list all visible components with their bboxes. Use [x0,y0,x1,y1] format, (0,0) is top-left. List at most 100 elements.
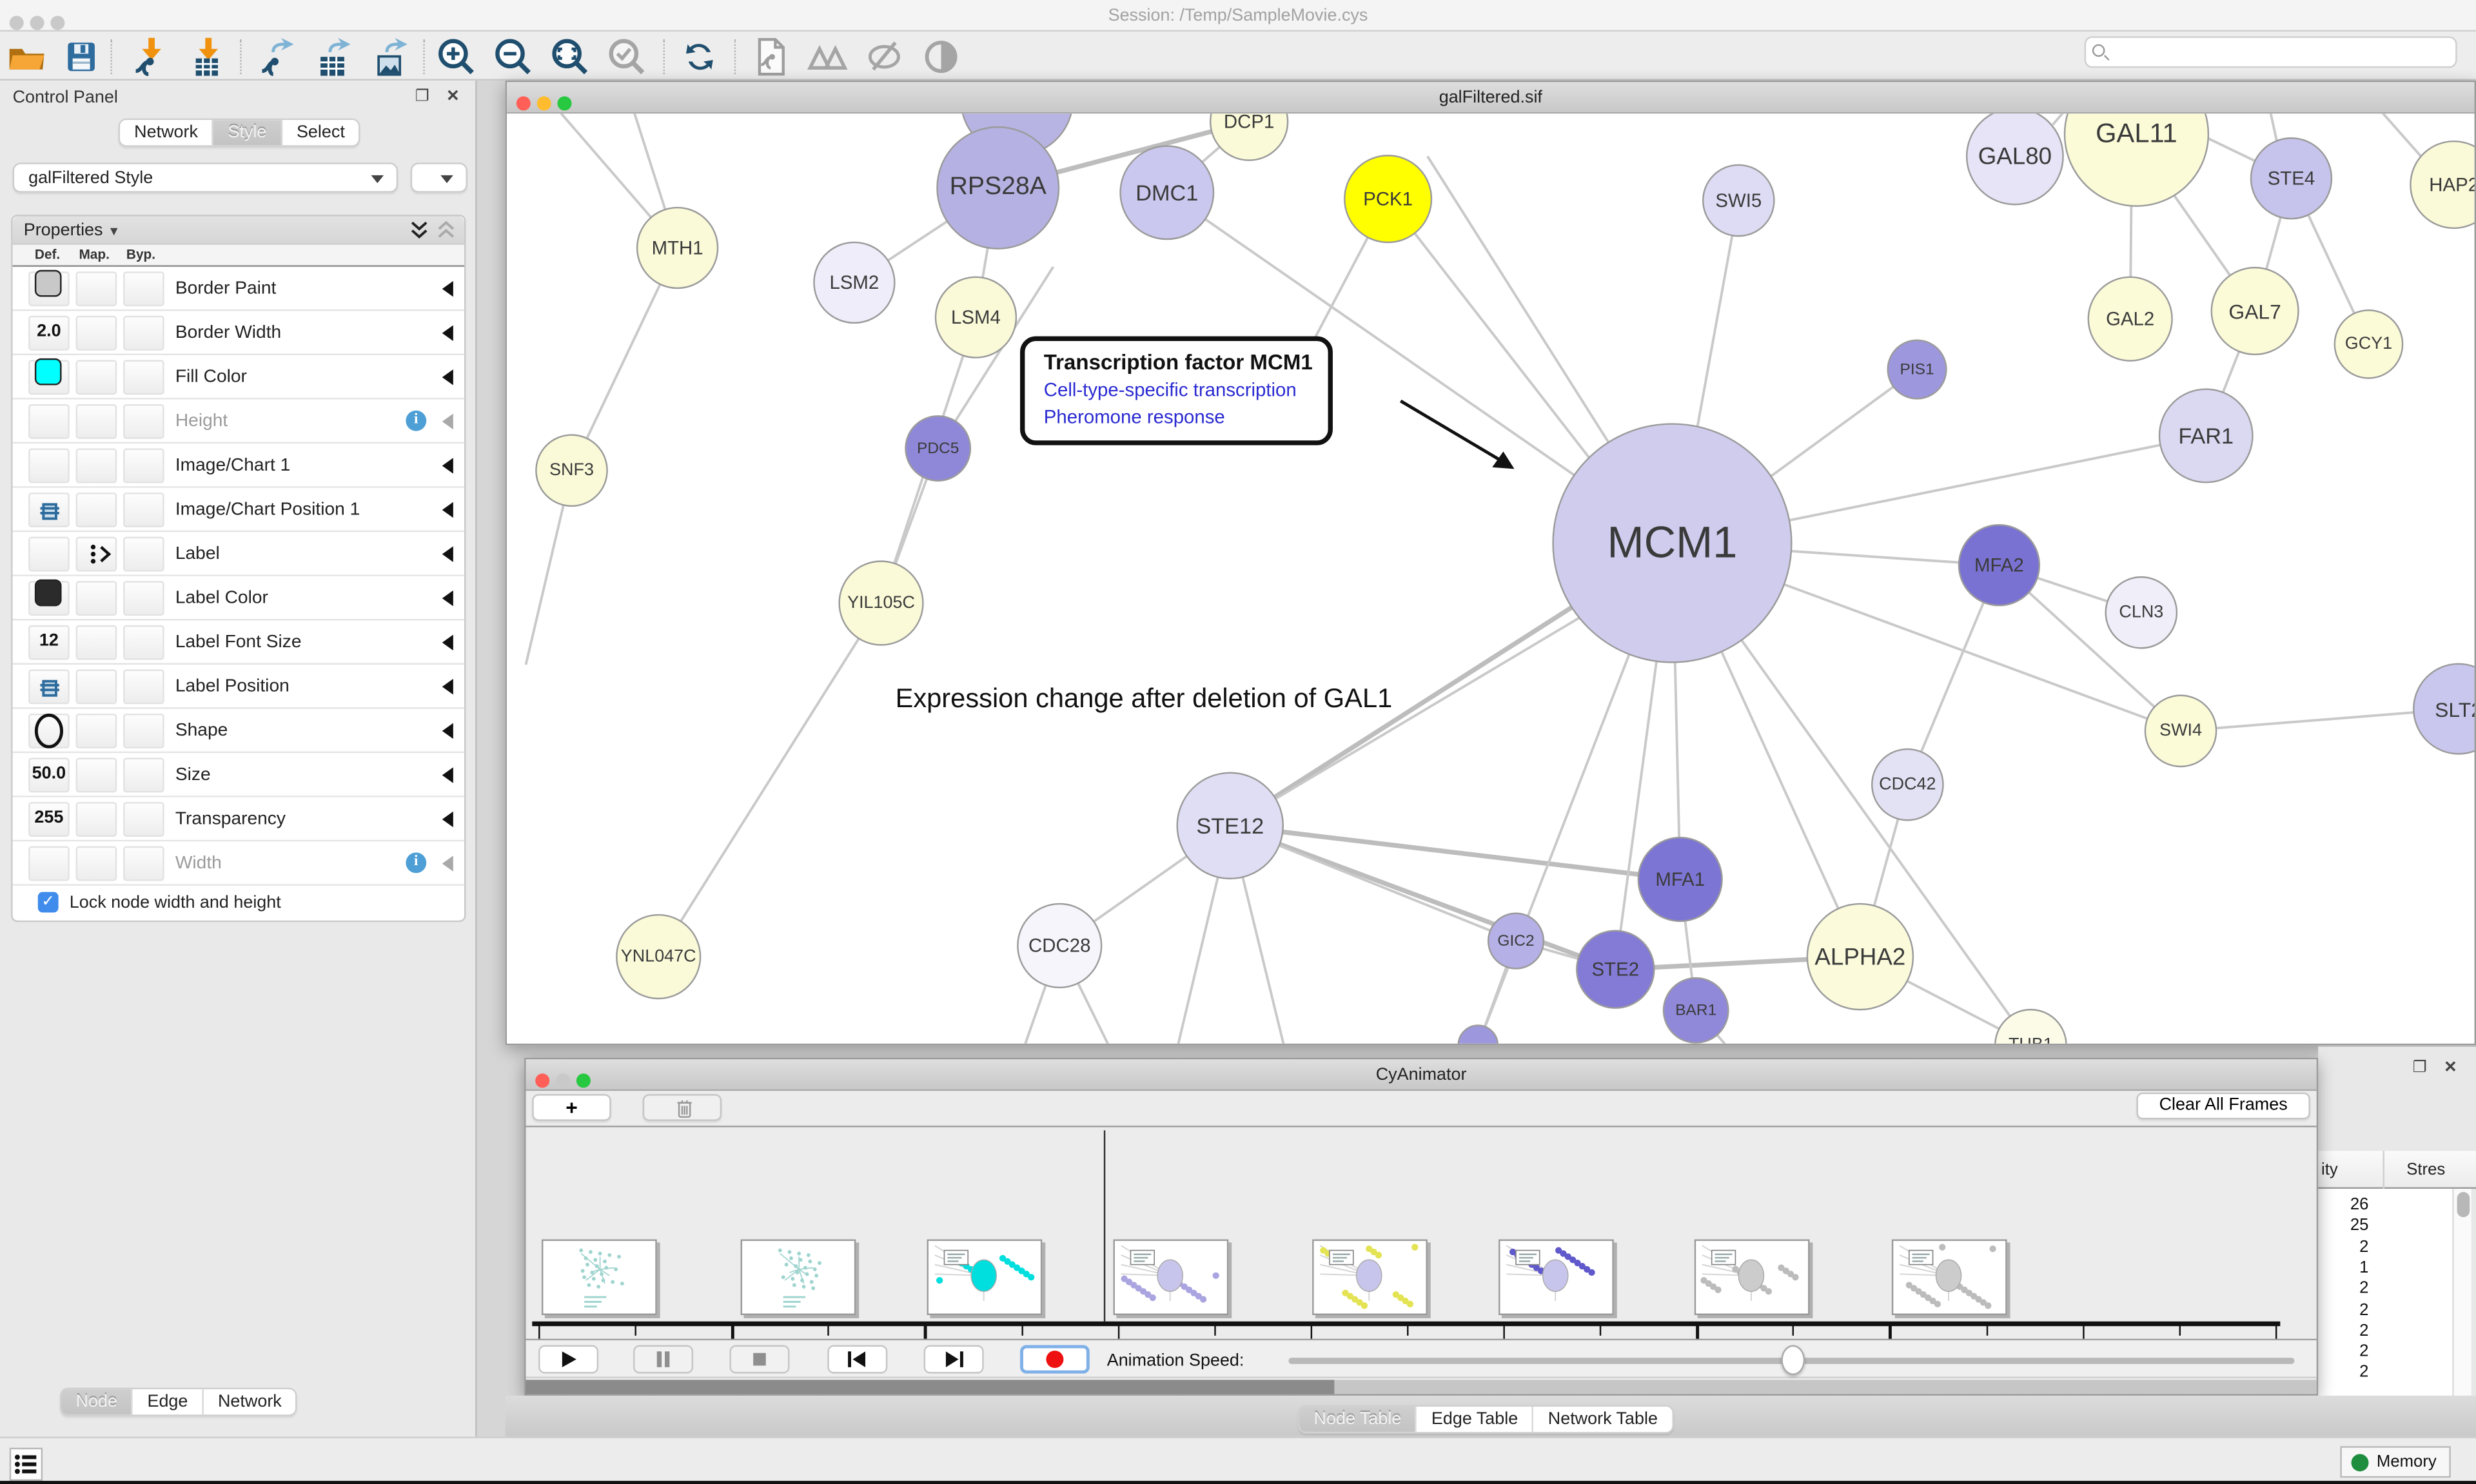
show-graphics-icon[interactable] [921,36,962,77]
expand-row-icon[interactable] [442,812,453,827]
expand-row-icon[interactable] [442,723,453,739]
network-node-ste4[interactable]: STE4 [2250,137,2332,219]
table-cell[interactable]: 2 [2359,1279,2368,1298]
expand-row-icon[interactable] [442,634,453,650]
frame-thumbnail-2[interactable] [741,1239,856,1315]
maximize-icon[interactable] [557,96,571,110]
mapping-cell[interactable] [76,404,117,439]
network-node-swi4[interactable]: SWI4 [2145,695,2217,768]
network-canvas[interactable]: DCP1RPS28ADMC1PCK1SWI5GAL80GAL11STE4HAP2… [507,113,2474,1043]
network-node-ynl047c[interactable]: YNL047C [616,914,701,999]
color-swatch[interactable] [35,358,62,386]
zoom-selected-icon[interactable] [606,36,647,77]
info-icon[interactable]: i [406,852,426,873]
export-image-icon[interactable] [369,36,411,77]
mapping-cell[interactable] [76,316,117,351]
network-node-gal2[interactable]: GAL2 [2088,277,2173,362]
memory-button[interactable]: Memory [2341,1446,2451,1478]
close-table-icon[interactable]: ✕ [2444,1059,2463,1077]
bypass-cell[interactable] [123,493,164,527]
tab-style[interactable]: Style [213,120,282,145]
bypass-cell[interactable] [123,537,164,572]
default-value-cell[interactable] [28,404,70,439]
expand-row-icon[interactable] [442,458,453,473]
annotation-link[interactable]: Cell-type-specific transcription [1044,379,1313,401]
expand-row-icon[interactable] [442,325,453,340]
panel-tab-node[interactable]: Node [62,1389,133,1414]
network-node-ste2[interactable]: STE2 [1576,930,1655,1008]
network-node-ste12[interactable]: STE12 [1176,772,1284,880]
mapping-cell[interactable] [76,360,117,395]
network-node-pis1[interactable]: PIS1 [1887,340,1947,400]
default-value[interactable]: 2.0 [28,322,70,341]
export-table-icon[interactable] [313,36,354,77]
bypass-cell[interactable] [123,802,164,837]
properties-dropdown-icon[interactable]: ▼ [108,224,120,239]
expand-row-icon[interactable] [442,502,453,518]
open-session-icon[interactable] [6,36,48,77]
bypass-cell[interactable] [123,846,164,881]
hide-graphics-icon[interactable] [864,36,905,77]
frame-thumbnail-1[interactable] [542,1239,657,1315]
first-neighbors-icon[interactable] [807,36,848,77]
default-value[interactable]: 255 [28,808,70,827]
task-history-button[interactable] [10,1448,43,1481]
table-cell[interactable]: 2 [2359,1363,2368,1381]
frame-thumbnail-3[interactable] [927,1239,1043,1315]
frame-thumbnail-5[interactable] [1312,1239,1428,1315]
table-cell[interactable]: 2 [2359,1237,2368,1256]
bypass-cell[interactable] [123,625,164,660]
collapse-all-icon[interactable] [436,219,457,248]
default-value-cell[interactable] [28,449,70,483]
minimize-icon[interactable] [537,96,551,110]
lock-size-checkbox[interactable]: ✓ [38,892,59,913]
clear-all-frames-button[interactable]: Clear All Frames [2136,1093,2310,1120]
save-session-icon[interactable] [60,36,101,77]
export-network-icon[interactable] [256,36,297,77]
bypass-cell[interactable] [123,581,164,616]
property-row-height[interactable]: Heighti [13,400,464,444]
zoom-fit-icon[interactable] [549,36,591,77]
bypass-cell[interactable] [123,714,164,748]
network-node-gal7[interactable]: GAL7 [2211,267,2299,355]
column-header-stress[interactable]: Stres [2406,1160,2445,1179]
property-row-transparency[interactable]: 255Transparency [13,797,464,842]
property-row-fill-color[interactable]: Fill Color [13,355,464,400]
frame-thumbnail-7[interactable] [1695,1239,1810,1315]
info-icon[interactable]: i [406,411,426,431]
bypass-cell[interactable] [123,669,164,704]
tab-edge-table[interactable]: Edge Table [1417,1407,1534,1432]
mcm1-annotation[interactable]: Transcription factor MCM1Cell-type-speci… [1020,337,1333,445]
column-header-ity[interactable]: ity [2321,1160,2338,1179]
stop-button[interactable] [729,1345,789,1374]
property-row-shape[interactable]: Shape [13,709,464,754]
mapping-cell[interactable] [76,271,117,306]
search-input[interactable] [2114,39,2446,64]
refresh-view-icon[interactable] [679,36,720,77]
network-node-bar1[interactable]: BAR1 [1663,977,1729,1044]
network-node-rps28a[interactable]: RPS28A [936,126,1059,249]
mapping-cell[interactable] [76,493,117,527]
property-row-border-paint[interactable]: Border Paint [13,267,464,311]
bypass-cell[interactable] [123,316,164,351]
bypass-cell[interactable] [123,271,164,306]
close-window-icon[interactable] [10,15,24,30]
property-row-label-color[interactable]: Label Color [13,576,464,621]
speed-slider-knob[interactable] [1780,1345,1804,1376]
close-icon[interactable] [535,1073,549,1088]
copy-document-icon[interactable] [750,36,791,77]
minimize-icon[interactable] [556,1073,570,1088]
frame-thumbnail-4[interactable] [1114,1239,1229,1315]
network-node-far1[interactable]: FAR1 [2159,388,2254,483]
property-row-image-chart-1[interactable]: Image/Chart 1 [13,444,464,488]
position-icon[interactable] [39,678,60,706]
ellipse-shape-icon[interactable] [33,714,64,756]
network-node-alpha2[interactable]: ALPHA2 [1807,903,1914,1011]
style-selector[interactable]: galFiltered Style [13,162,398,193]
table-cell[interactable]: 2 [2359,1321,2368,1340]
table-cell[interactable]: 26 [2350,1195,2369,1214]
bypass-cell[interactable] [123,758,164,793]
table-cell[interactable]: 1 [2359,1258,2368,1277]
record-button[interactable] [1020,1345,1090,1374]
tab-select[interactable]: Select [282,120,359,145]
